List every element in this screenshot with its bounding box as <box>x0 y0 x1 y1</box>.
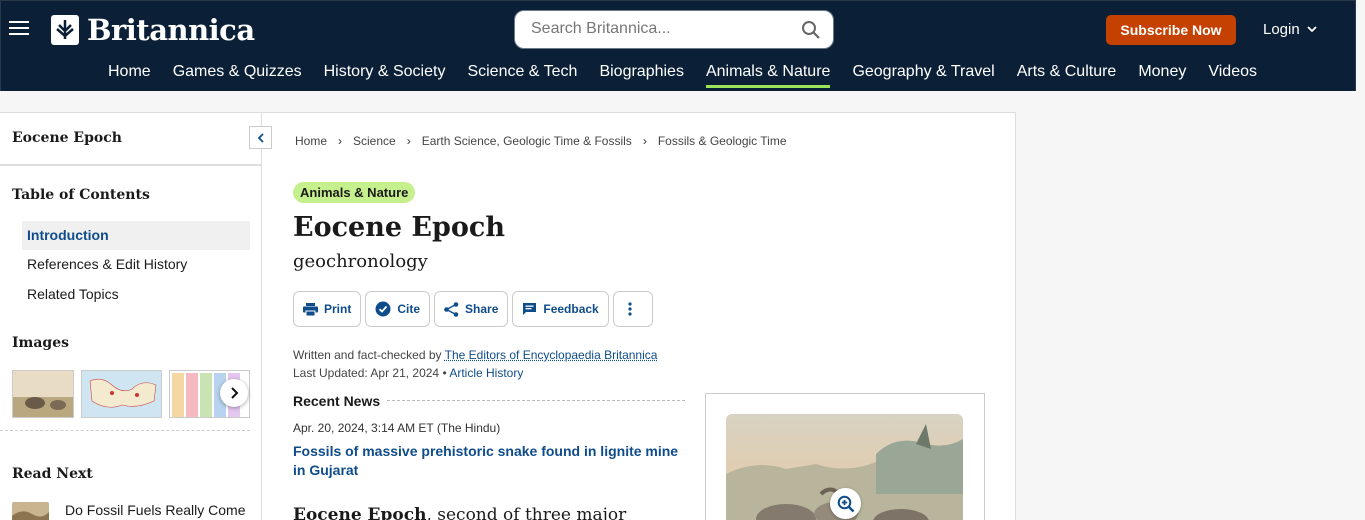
more-vertical-icon <box>628 302 632 316</box>
news-date: Apr. 20, 2024, 3:14 AM ET (The Hindu) <box>293 421 500 435</box>
nav-games-quizzes[interactable]: Games & Quizzes <box>162 61 313 89</box>
article: Home › Science › Earth Science, Geologic… <box>261 112 1016 520</box>
divider <box>0 164 261 166</box>
intro-bold-term: Eocene Epoch <box>293 505 426 520</box>
login-button[interactable]: Login <box>1263 21 1317 38</box>
toc-item-related-topics[interactable]: Related Topics <box>22 280 250 309</box>
cite-label: Cite <box>397 302 420 316</box>
nav-science-tech[interactable]: Science & Tech <box>456 61 588 89</box>
page-subtitle: geochronology <box>293 251 428 272</box>
login-label: Login <box>1263 21 1300 38</box>
read-next-link[interactable]: Do Fossil Fuels Really Come from Fossils… <box>65 501 255 520</box>
article-intro: Eocene Epoch, second of three major <box>293 503 693 520</box>
feedback-button[interactable]: Feedback <box>512 291 608 327</box>
print-label: Print <box>324 302 351 316</box>
image-carousel <box>12 370 250 420</box>
chevron-down-icon <box>1307 26 1317 33</box>
print-icon <box>303 303 318 316</box>
cite-button[interactable]: Cite <box>365 291 430 327</box>
main-nav: Home Games & Quizzes History & Society S… <box>97 61 1268 89</box>
chevron-right-icon: › <box>338 134 342 148</box>
read-next-heading: Read Next <box>12 466 93 482</box>
chevron-right-icon: › <box>407 134 411 148</box>
search-icon[interactable] <box>801 20 821 40</box>
carousel-next-button[interactable] <box>220 379 248 407</box>
images-heading: Images <box>12 335 69 351</box>
more-options-button[interactable] <box>613 291 653 327</box>
article-toolbar: Print Cite Share Feedback <box>293 291 657 327</box>
collapse-sidebar-button[interactable] <box>249 126 272 149</box>
thistle-logo-icon <box>51 15 79 45</box>
image-thumbnail[interactable] <box>12 370 74 418</box>
nav-videos[interactable]: Videos <box>1197 61 1268 89</box>
subscribe-button[interactable]: Subscribe Now <box>1106 15 1236 45</box>
chevron-right-icon: › <box>643 134 647 148</box>
article-history-link[interactable]: Article History <box>449 366 523 380</box>
divider <box>0 430 250 431</box>
share-button[interactable]: Share <box>434 291 508 327</box>
recent-news-heading: Recent News <box>293 393 380 409</box>
toc-item-references[interactable]: References & Edit History <box>22 250 250 279</box>
nav-biographies[interactable]: Biographies <box>588 61 695 89</box>
read-next-thumbnail[interactable] <box>12 502 49 520</box>
britannica-logo[interactable]: Britannica <box>51 14 255 46</box>
nav-animals-nature[interactable]: Animals & Nature <box>695 61 842 89</box>
topic-badge[interactable]: Animals & Nature <box>293 182 415 203</box>
right-rail <box>1016 91 1356 520</box>
sidebar: Eocene Epoch Table of Contents Introduct… <box>0 112 261 520</box>
zoom-in-icon <box>837 495 855 513</box>
menu-icon[interactable] <box>9 21 29 37</box>
nav-home[interactable]: Home <box>97 61 162 89</box>
zoom-image-button[interactable] <box>830 488 861 519</box>
byline-author-link[interactable]: The Editors of Encyclopaedia Britannica <box>445 348 658 362</box>
verified-check-icon <box>375 301 391 317</box>
news-headline-link[interactable]: Fossils of massive prehistoric snake fou… <box>293 442 693 480</box>
toc-heading: Table of Contents <box>12 187 150 203</box>
byline-prefix: Written and fact-checked by <box>293 348 442 362</box>
chevron-left-icon <box>257 133 265 143</box>
byline: Written and fact-checked by The Editors … <box>293 348 657 362</box>
logo-text: Britannica <box>87 13 255 47</box>
breadcrumb-earth-science[interactable]: Earth Science, Geologic Time & Fossils <box>422 134 632 148</box>
site-header: Britannica Subscribe Now Login Home Game… <box>0 0 1356 91</box>
updated-text: Last Updated: Apr 21, 2024 • <box>293 366 447 380</box>
page-title: Eocene Epoch <box>293 212 505 243</box>
nav-money[interactable]: Money <box>1127 61 1197 89</box>
divider <box>387 400 685 401</box>
feedback-label: Feedback <box>543 302 598 316</box>
image-thumbnail[interactable] <box>81 370 162 418</box>
breadcrumb-fossils[interactable]: Fossils & Geologic Time <box>658 134 787 148</box>
breadcrumb-science[interactable]: Science <box>353 134 396 148</box>
sidebar-title: Eocene Epoch <box>12 130 122 146</box>
share-icon <box>444 302 459 317</box>
nav-geography-travel[interactable]: Geography & Travel <box>841 61 1005 89</box>
nav-history-society[interactable]: History & Society <box>313 61 457 89</box>
search-input[interactable] <box>531 20 791 38</box>
lead-image-figure <box>705 393 985 520</box>
share-label: Share <box>465 302 498 316</box>
search-box[interactable] <box>514 10 834 49</box>
toc-item-introduction[interactable]: Introduction <box>22 221 250 250</box>
breadcrumb-home[interactable]: Home <box>295 134 327 148</box>
last-updated: Last Updated: Apr 21, 2024 • Article His… <box>293 366 523 380</box>
print-button[interactable]: Print <box>293 291 361 327</box>
feedback-icon <box>522 302 537 316</box>
intro-text: , second of three major <box>426 505 626 520</box>
chevron-right-icon <box>230 387 239 399</box>
nav-arts-culture[interactable]: Arts & Culture <box>1006 61 1128 89</box>
breadcrumb: Home › Science › Earth Science, Geologic… <box>295 134 787 148</box>
